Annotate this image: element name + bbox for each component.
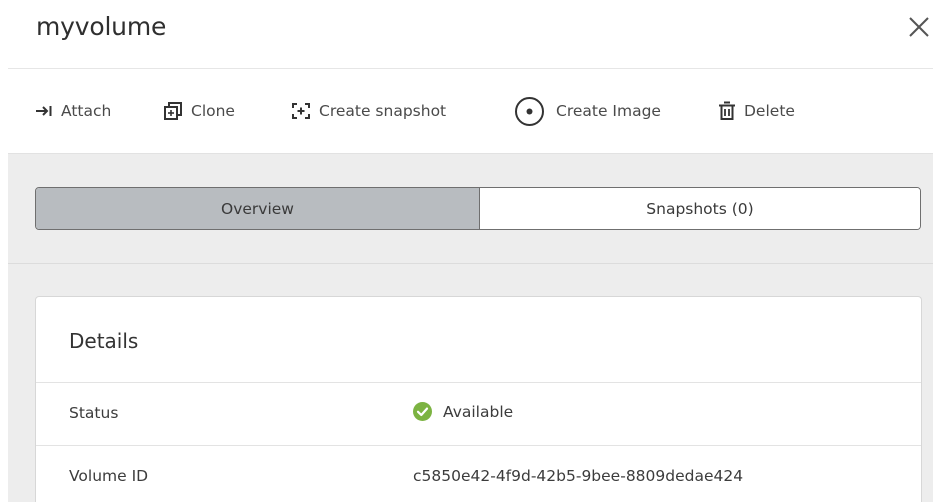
status-label: Status <box>69 404 119 422</box>
image-disc-icon <box>514 96 545 127</box>
panel-title: myvolume <box>36 12 167 41</box>
create-image-button[interactable]: Create Image <box>514 96 661 127</box>
panel-header: myvolume <box>0 0 933 68</box>
details-title: Details <box>69 329 139 353</box>
tab-bar: Overview Snapshots (0) <box>35 187 921 230</box>
tab-snapshots[interactable]: Snapshots (0) <box>480 188 920 229</box>
create-snapshot-button[interactable]: Create snapshot <box>291 98 446 124</box>
action-toolbar: Attach Clone Create snapshot Create Imag… <box>0 69 933 153</box>
tab-overview[interactable]: Overview <box>36 188 480 229</box>
check-circle-icon <box>413 402 432 421</box>
details-divider <box>36 382 921 383</box>
create-image-label: Create Image <box>556 102 661 120</box>
clone-icon <box>163 101 183 121</box>
clone-label: Clone <box>191 102 235 120</box>
attach-icon <box>35 104 53 118</box>
attach-label: Attach <box>61 102 112 120</box>
volume-id-label: Volume ID <box>69 467 149 485</box>
volume-id-value: c5850e42-4f9d-42b5-9bee-8809dedae424 <box>413 467 744 485</box>
delete-button[interactable]: Delete <box>718 98 795 124</box>
create-snapshot-label: Create snapshot <box>319 102 447 120</box>
attach-button[interactable]: Attach <box>35 98 111 124</box>
close-button[interactable] <box>906 14 932 40</box>
trash-icon <box>718 101 736 121</box>
clone-button[interactable]: Clone <box>163 98 235 124</box>
tabs-divider <box>8 263 933 264</box>
details-card: Details Status Available Volume ID c5850… <box>35 296 922 502</box>
snapshot-icon <box>291 102 311 120</box>
status-text: Available <box>443 402 514 421</box>
row-divider <box>36 445 921 446</box>
delete-label: Delete <box>744 102 795 120</box>
status-value: Available <box>413 402 513 421</box>
close-icon <box>909 17 929 37</box>
